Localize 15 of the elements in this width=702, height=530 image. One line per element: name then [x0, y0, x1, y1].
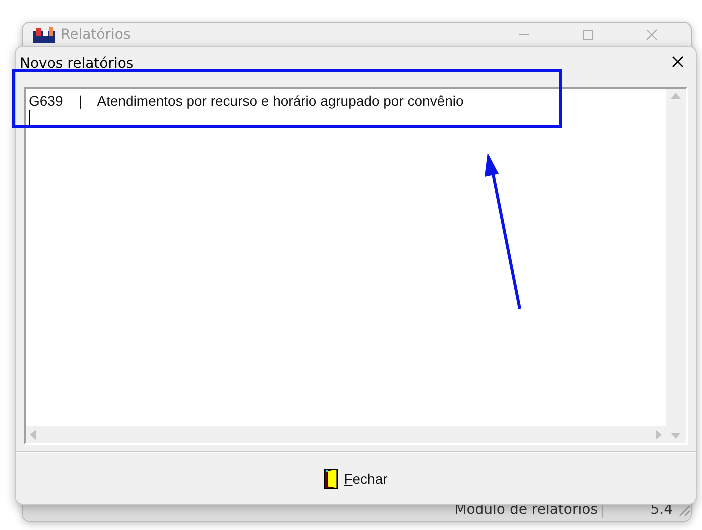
maximize-icon[interactable]	[582, 29, 594, 41]
text-cursor	[29, 110, 30, 126]
scroll-up-icon[interactable]	[671, 93, 681, 99]
scroll-down-icon[interactable]	[671, 433, 681, 439]
scroll-left-icon[interactable]	[30, 430, 36, 440]
window-title: Relatórios	[61, 27, 132, 43]
resize-grip-icon[interactable]	[677, 503, 691, 517]
close-icon[interactable]	[672, 56, 684, 68]
app-icon	[33, 27, 55, 43]
close-button[interactable]: Fechar	[320, 466, 392, 490]
scroll-right-icon[interactable]	[656, 430, 662, 440]
text-area[interactable]: G639 | Atendimentos por recurso e horário agrupado por convênio	[24, 87, 688, 445]
dialog-title: Novos relatórios	[20, 55, 135, 72]
report-entry: G639 | Atendimentos por recurso e horário agrupado por convênio	[29, 92, 464, 110]
door-icon	[324, 468, 338, 488]
